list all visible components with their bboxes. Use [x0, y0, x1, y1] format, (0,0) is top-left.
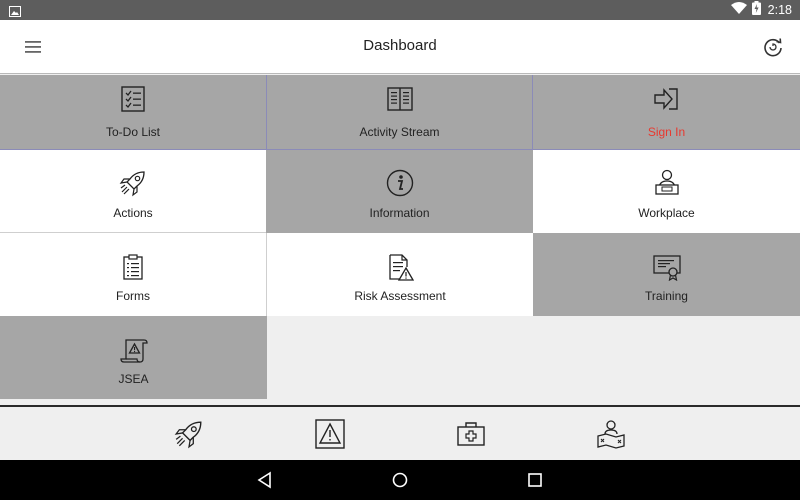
- certificate-icon: [652, 253, 681, 282]
- tile-sign-in[interactable]: Sign In: [533, 75, 800, 150]
- tile-label: Sign In: [647, 125, 686, 139]
- tile-label: Workplace: [638, 206, 695, 220]
- risk-document-icon: [386, 253, 415, 281]
- status-bar: 2:18: [0, 0, 800, 20]
- tile-todo-list[interactable]: To-Do List: [0, 75, 266, 150]
- info-icon: [386, 169, 414, 197]
- tile-risk-assessment[interactable]: Risk Assessment: [266, 233, 533, 316]
- app-bar: Dashboard: [0, 20, 800, 74]
- hamburger-menu-icon[interactable]: [24, 39, 44, 55]
- tile-information[interactable]: Information: [266, 150, 533, 233]
- status-time: 2:18: [767, 3, 792, 17]
- warning-scroll-icon: [119, 336, 148, 364]
- bottom-toolbar: [0, 405, 800, 460]
- refresh-icon[interactable]: [762, 36, 784, 58]
- tile-label: Actions: [113, 206, 153, 220]
- tile-workplace[interactable]: Workplace: [533, 150, 800, 233]
- tile-label: To-Do List: [105, 125, 161, 139]
- battery-charging-icon: [751, 0, 761, 20]
- system-nav-bar: [0, 460, 800, 500]
- tile-activity-stream[interactable]: Activity Stream: [266, 75, 533, 150]
- tile-label: JSEA: [118, 372, 149, 386]
- checklist-icon: [119, 85, 147, 113]
- warning-icon[interactable]: [315, 419, 345, 449]
- tile-label: Activity Stream: [359, 125, 440, 139]
- rocket-icon: [119, 169, 147, 197]
- book-icon: [386, 85, 414, 113]
- tile-label: Training: [645, 289, 688, 303]
- back-icon[interactable]: [256, 471, 274, 489]
- sign-in-icon: [653, 85, 681, 113]
- tile-label: Information: [369, 206, 430, 220]
- clipboard-icon: [119, 253, 147, 281]
- tile-actions[interactable]: Actions: [0, 150, 266, 233]
- tile-forms[interactable]: Forms: [0, 233, 266, 316]
- workplace-icon: [653, 169, 681, 197]
- tile-label: Risk Assessment: [354, 289, 446, 303]
- wifi-icon: [730, 1, 747, 19]
- page-title: Dashboard: [363, 37, 437, 54]
- rocket-icon[interactable]: [174, 419, 204, 449]
- tile-training[interactable]: Training: [533, 233, 800, 316]
- tile-label: Forms: [116, 289, 150, 303]
- home-icon[interactable]: [391, 471, 409, 489]
- first-aid-kit-icon[interactable]: [456, 419, 486, 449]
- person-map-icon[interactable]: [596, 419, 626, 449]
- tile-jsea[interactable]: JSEA: [0, 316, 267, 399]
- recents-icon[interactable]: [526, 471, 544, 489]
